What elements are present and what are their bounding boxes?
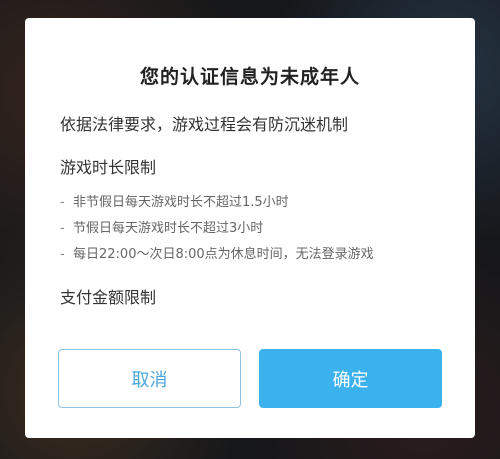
dialog-intro: 依据法律要求，游戏过程会有防沉迷机制	[60, 115, 349, 134]
play-time-section-title: 游戏时长限制	[60, 158, 157, 177]
rule-item: - 节假日每天游戏时长不超过3小时	[60, 216, 440, 242]
payment-section-title: 支付金额限制	[60, 288, 157, 307]
rule-text: 非节假日每天游戏时长不超过1.5小时	[73, 195, 289, 210]
bullet-dash: -	[60, 247, 65, 262]
play-time-rules-list: - 非节假日每天游戏时长不超过1.5小时 - 节假日每天游戏时长不超过3小时 -…	[60, 190, 440, 268]
confirm-button[interactable]: 确定	[259, 349, 442, 408]
cancel-button[interactable]: 取消	[58, 349, 241, 408]
rule-item: - 非节假日每天游戏时长不超过1.5小时	[60, 190, 440, 216]
bullet-dash: -	[60, 221, 65, 236]
dialog-title: 您的认证信息为未成年人	[139, 66, 360, 88]
rule-text: 每日22:00～次日8:00点为休息时间，无法登录游戏	[73, 247, 374, 262]
dialog-buttons: 取消 确定	[58, 349, 442, 408]
rule-item: - 每日22:00～次日8:00点为休息时间，无法登录游戏	[60, 242, 440, 268]
minor-verification-dialog: 您的认证信息为未成年人 依据法律要求，游戏过程会有防沉迷机制 游戏时长限制 - …	[25, 18, 475, 438]
rule-text: 节假日每天游戏时长不超过3小时	[73, 221, 264, 236]
bullet-dash: -	[60, 195, 65, 210]
